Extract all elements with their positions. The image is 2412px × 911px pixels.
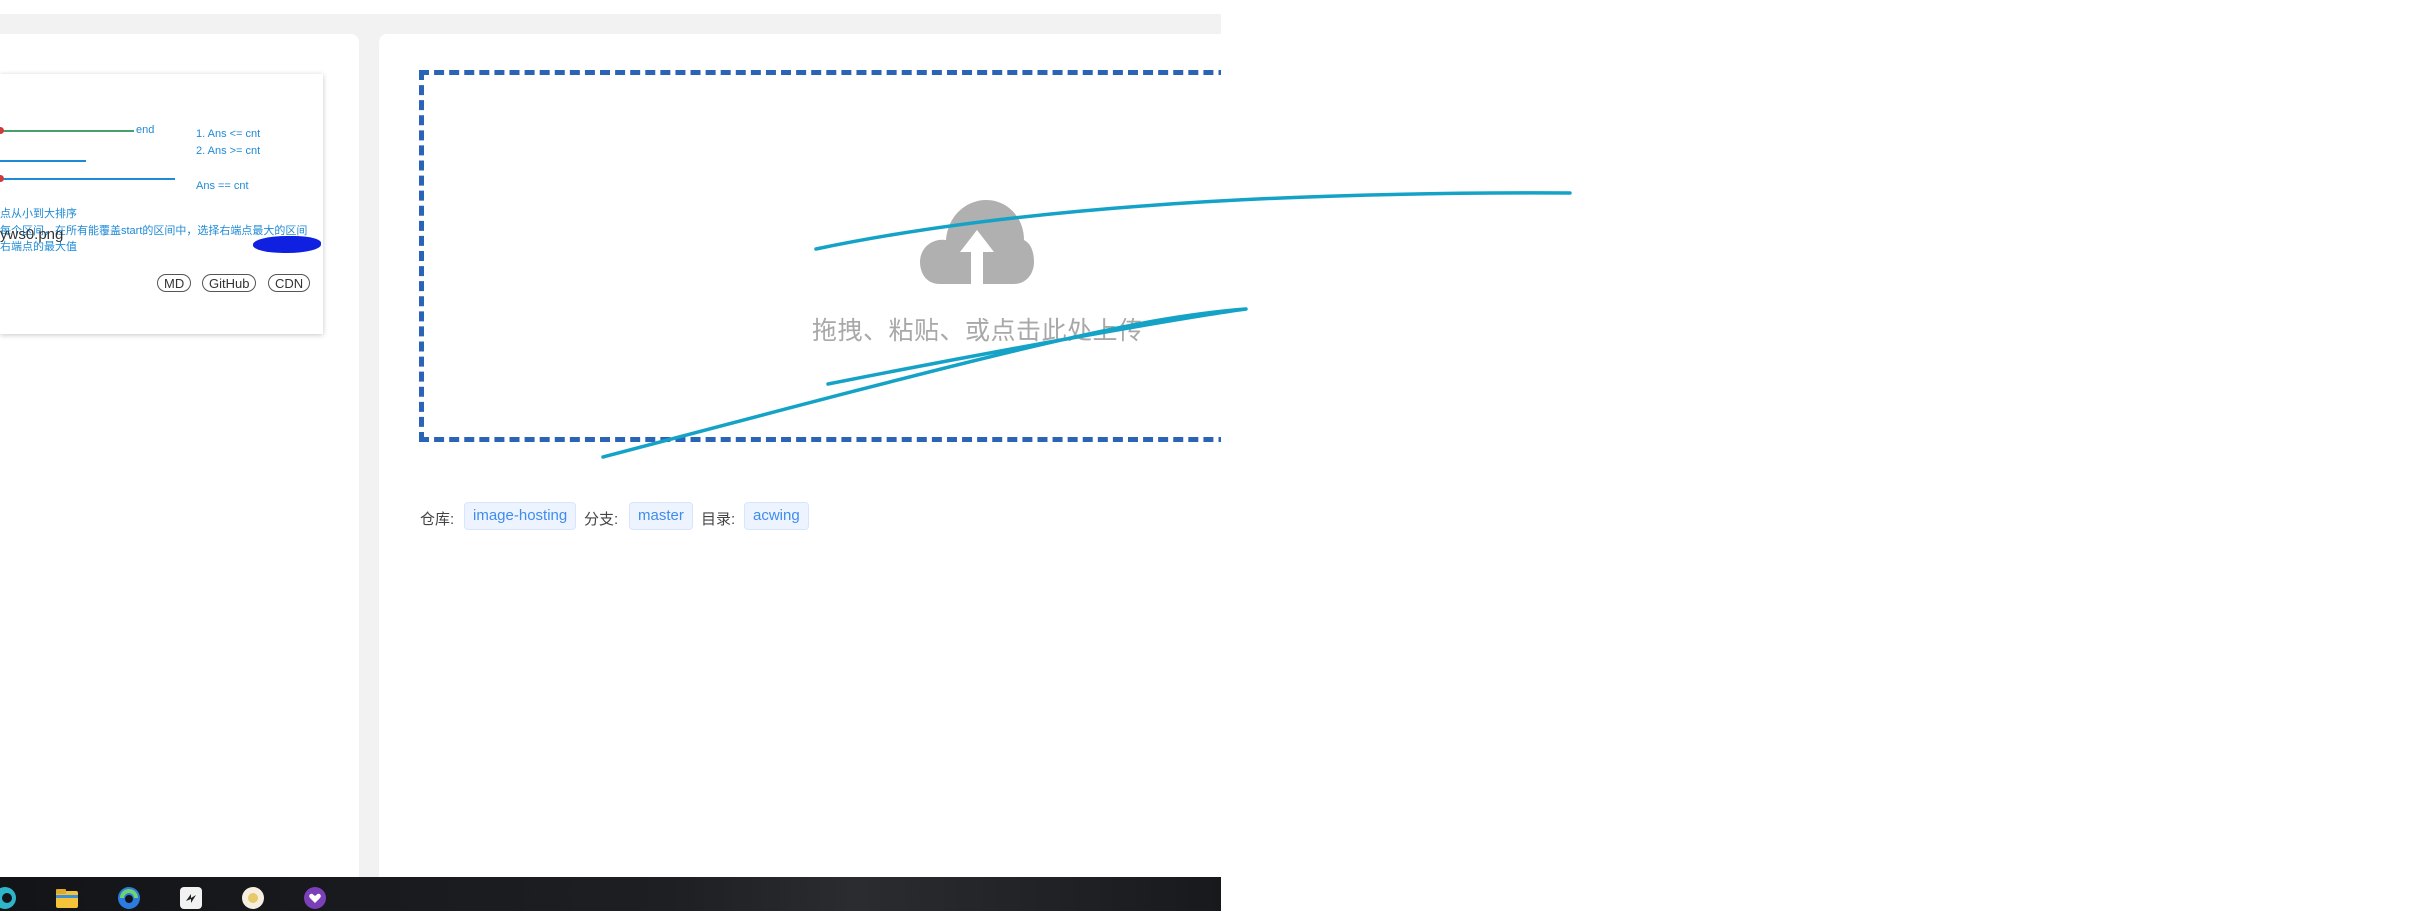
branch-tag[interactable]: master — [629, 502, 693, 530]
preview-dot — [0, 127, 4, 134]
preview-dot — [0, 175, 4, 182]
image-card[interactable]: end 1. Ans <= cnt 2. Ans >= cnt Ans == c… — [0, 74, 323, 334]
branch-label: 分支: — [584, 511, 619, 528]
copy-cdn-button[interactable]: CDN — [268, 274, 311, 292]
edge-icon[interactable] — [0, 886, 18, 910]
preview-condition-2: 2. Ans >= cnt — [196, 145, 261, 157]
heart-app-icon[interactable] — [302, 886, 328, 910]
dir-label: 目录: — [701, 511, 736, 528]
browser-icon[interactable] — [116, 886, 142, 910]
preview-scribble — [253, 236, 321, 253]
copy-md-button[interactable]: MD — [157, 274, 192, 292]
preview-note-1: 点从小到大排序 — [0, 208, 77, 220]
app-icon[interactable] — [240, 886, 266, 910]
preview-line — [0, 178, 175, 180]
repo-label: 仓库: — [420, 511, 455, 528]
copy-github-button[interactable]: GitHub — [202, 274, 257, 292]
app-window: end 1. Ans <= cnt 2. Ans >= cnt Ans == c… — [0, 0, 1221, 911]
top-strip — [0, 0, 1221, 14]
image-filename: yws0.png — [0, 226, 64, 243]
file-explorer-icon[interactable] — [54, 886, 80, 910]
preview-line — [0, 160, 86, 162]
dir-tag[interactable]: acwing — [744, 502, 809, 530]
cloud-upload-icon[interactable] — [920, 196, 1034, 284]
repo-tag[interactable]: image-hosting — [464, 502, 577, 530]
upload-panel: 仓库: image-hosting 分支: master 目录: acwing — [379, 34, 1221, 879]
preview-end-label: end — [136, 124, 155, 136]
history-panel: end 1. Ans <= cnt 2. Ans >= cnt Ans == c… — [0, 34, 359, 879]
upload-dropzone[interactable] — [419, 70, 1221, 442]
terminal-icon[interactable] — [178, 886, 204, 910]
preview-equality: Ans == cnt — [196, 180, 249, 192]
preview-condition-1: 1. Ans <= cnt — [196, 128, 261, 140]
preview-line — [0, 130, 134, 132]
upload-hint: 拖拽、粘贴、或点击此处上传 — [812, 317, 1144, 345]
taskbar — [0, 877, 1221, 911]
